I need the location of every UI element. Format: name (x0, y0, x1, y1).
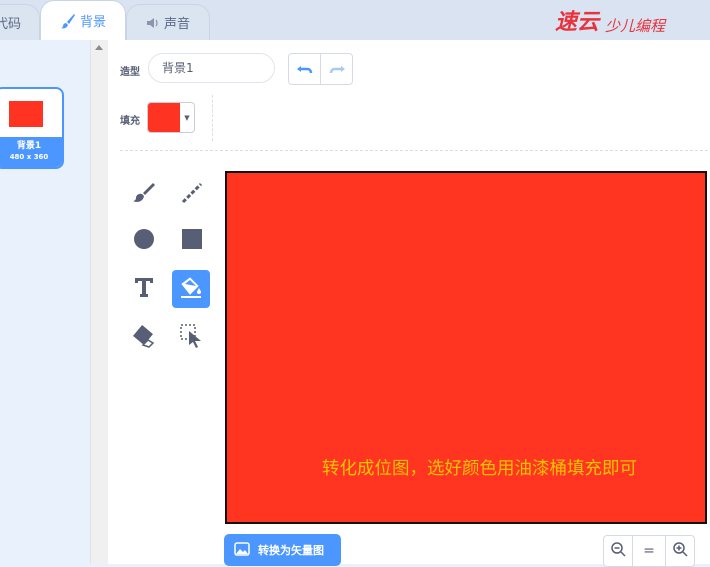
tab-bar: 代码 声音 背景 速云 少儿编程 (0, 0, 710, 40)
convert-label: 转换为矢量图 (258, 544, 324, 557)
caret-down-icon: ▼ (184, 113, 190, 122)
canvas-caption: 转化成位图，选好颜色用油漆桶填充即可 (322, 459, 637, 479)
costume-label: 背景1 480 x 360 (0, 137, 62, 167)
brush-tool[interactable] (125, 176, 163, 214)
zoom-reset-label: = (643, 543, 655, 559)
tab-sound[interactable]: 声音 (126, 4, 210, 40)
zoom-reset-button[interactable]: = (633, 535, 665, 567)
undo-icon (296, 60, 313, 79)
speaker-icon (146, 17, 160, 29)
fill-icon (178, 274, 204, 304)
scroll-up-arrow[interactable] (95, 45, 103, 50)
costume-name: 背景1 (16, 141, 42, 151)
zoom-out-icon (610, 541, 626, 561)
paint-editor: 造型 背景1 填充 ▼ 转化成位图，选好颜色用油漆桶填充即可 转换为矢量图 = (108, 40, 710, 567)
eraser-tool[interactable] (125, 319, 163, 357)
text-tool[interactable] (125, 270, 163, 308)
circle-icon (132, 227, 156, 255)
tab-code[interactable]: 代码 (0, 4, 40, 40)
zoom-in-icon (672, 541, 688, 561)
brush-icon (132, 181, 156, 209)
tab-code-label: 代码 (0, 17, 22, 32)
text-icon (132, 275, 156, 303)
redo-icon (329, 60, 345, 79)
undo-button[interactable] (289, 54, 321, 84)
fill-label: 填充 (120, 116, 140, 127)
line-icon (180, 181, 204, 209)
tab-backdrop[interactable]: 背景 (40, 0, 126, 40)
select-tool[interactable] (173, 319, 211, 357)
zoom-out-button[interactable] (603, 535, 633, 567)
circle-tool[interactable] (125, 222, 163, 260)
tab-sound-label: 声音 (163, 17, 190, 32)
image-icon (234, 541, 250, 559)
rectangle-icon (180, 227, 204, 255)
line-tool[interactable] (173, 176, 211, 214)
divider (212, 95, 213, 141)
brand-logo: 速云 少儿编程 (555, 4, 685, 38)
costume-name-input[interactable]: 背景1 (148, 53, 275, 83)
fill-color-swatch (148, 103, 180, 132)
fill-color-picker[interactable]: ▼ (147, 102, 195, 133)
svg-text:少儿编程: 少儿编程 (605, 17, 667, 35)
redo-button[interactable] (321, 54, 352, 84)
tab-backdrop-label: 背景 (79, 15, 106, 30)
rectangle-tool[interactable] (173, 222, 211, 260)
costume-list: 背景1 480 x 360 (0, 40, 90, 564)
costume-item[interactable]: 背景1 480 x 360 (0, 87, 64, 169)
costume-thumbnail (9, 101, 43, 127)
select-icon (179, 323, 205, 353)
fill-tool[interactable] (172, 270, 210, 308)
zoom-in-button[interactable] (665, 535, 695, 567)
divider (120, 150, 708, 151)
list-scrollbar[interactable] (90, 40, 108, 564)
undo-redo-group (288, 53, 353, 85)
svg-text:速云: 速云 (555, 9, 601, 35)
eraser-icon (131, 323, 157, 353)
drawing-canvas[interactable]: 转化成位图，选好颜色用油漆桶填充即可 (225, 171, 707, 524)
paintbrush-icon (60, 13, 76, 29)
costume-size: 480 x 360 (9, 153, 49, 161)
convert-to-vector-button[interactable]: 转换为矢量图 (224, 534, 341, 566)
costume-name-label: 造型 (120, 67, 140, 78)
